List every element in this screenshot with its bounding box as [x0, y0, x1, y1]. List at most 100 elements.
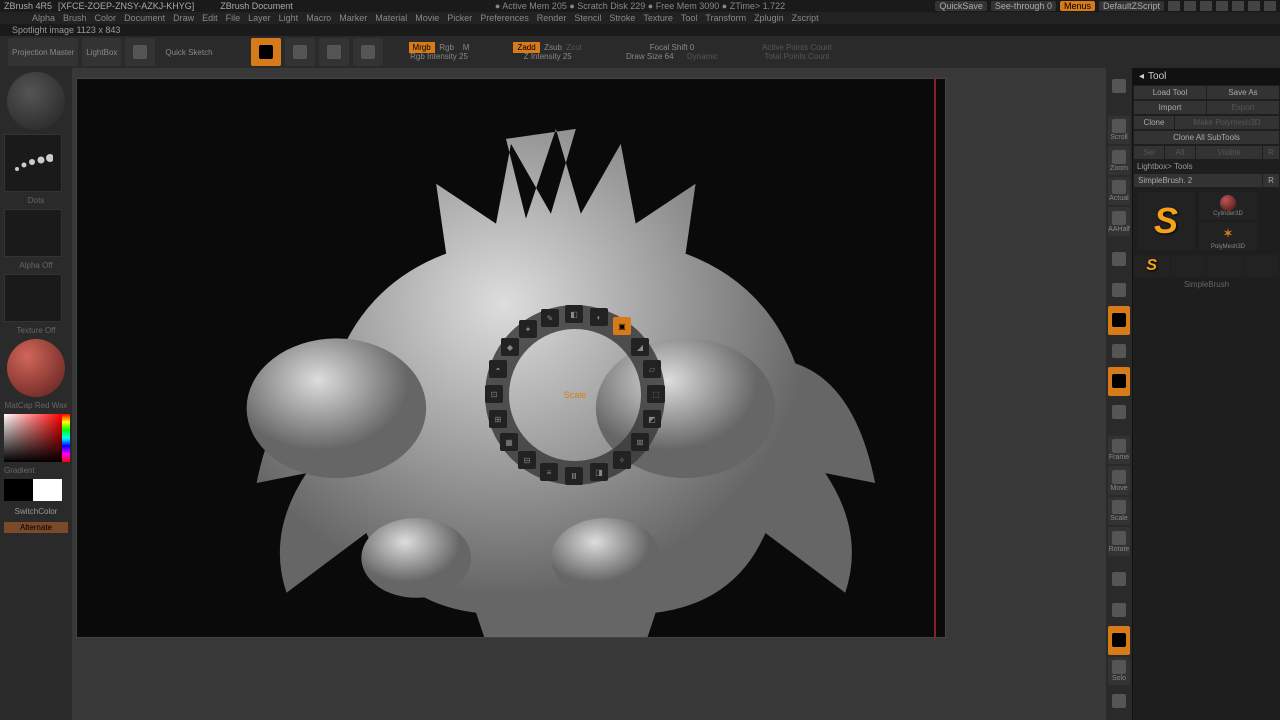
r-button-1[interactable]: R	[1263, 146, 1279, 159]
menu-marker[interactable]: Marker	[339, 13, 367, 23]
window-icon-1[interactable]	[1168, 1, 1180, 11]
menu-draw[interactable]: Draw	[173, 13, 194, 23]
tool-strip-4[interactable]	[1244, 255, 1280, 277]
menu-texture[interactable]: Texture	[643, 13, 673, 23]
current-tool-label[interactable]: SimpleBrush. 2	[1134, 174, 1262, 187]
zcut-button[interactable]: Zcut	[566, 43, 582, 52]
radial-seg-13[interactable]: ◨	[590, 463, 608, 481]
move-button[interactable]: Move	[1108, 466, 1130, 494]
clone-button[interactable]: Clone	[1134, 116, 1174, 129]
projection-master-button[interactable]: Projection Master	[8, 38, 78, 66]
ghost-button[interactable]	[1108, 398, 1130, 426]
zoom-button[interactable]: Zoom	[1108, 146, 1130, 174]
rotate-mode-button[interactable]	[353, 38, 383, 66]
canvas-area[interactable]: Scale ▣ ◐ ◧ ✎ ✦ ◆ ◓ ⊡ ⊞ ▦ ⊟ ≡ Ⅲ ◨ ✧ ⊠ ◩ …	[72, 68, 1106, 720]
radial-seg-5[interactable]: ◆	[501, 338, 519, 356]
radial-seg-3[interactable]: ✎	[541, 309, 559, 327]
tool-thumb-cylinder[interactable]: Cylinder3D	[1199, 192, 1257, 220]
move-mode-button[interactable]	[285, 38, 315, 66]
radial-seg-7[interactable]: ⊡	[485, 385, 503, 403]
floor-button[interactable]	[1108, 276, 1130, 304]
save-as-button[interactable]: Save As	[1207, 86, 1279, 99]
aahalf-button[interactable]: AAHalf	[1108, 207, 1130, 235]
menu-preferences[interactable]: Preferences	[480, 13, 529, 23]
collapse-icon[interactable]: ◂	[1139, 71, 1144, 82]
draw-button[interactable]	[251, 38, 281, 66]
radial-seg-18[interactable]: ▱	[643, 360, 661, 378]
radial-seg-9[interactable]: ▦	[500, 433, 518, 451]
rgb-button[interactable]: Rgb	[439, 43, 454, 52]
minimize-icon[interactable]	[1232, 1, 1244, 11]
quicksave-button[interactable]: QuickSave	[935, 1, 987, 11]
menu-picker[interactable]: Picker	[447, 13, 472, 23]
xpose-button[interactable]	[1108, 337, 1130, 365]
brush-preview[interactable]	[7, 72, 65, 130]
alternate-button[interactable]: Alternate	[4, 522, 68, 533]
frame-button[interactable]: Frame	[1108, 436, 1130, 464]
menu-zplugin[interactable]: Zplugin	[754, 13, 784, 23]
menu-macro[interactable]: Macro	[306, 13, 331, 23]
radial-seg-10[interactable]: ⊟	[518, 451, 536, 469]
visible-button[interactable]: Visible	[1196, 146, 1262, 159]
menus-button[interactable]: Menus	[1060, 1, 1095, 11]
menu-light[interactable]: Light	[279, 13, 299, 23]
seethrough-slider[interactable]: See-through 0	[991, 1, 1056, 11]
export-button[interactable]: Export	[1207, 101, 1279, 114]
scroll-button[interactable]: Scroll	[1108, 116, 1130, 144]
switchcolor-button[interactable]: SwitchColor	[4, 505, 68, 518]
radial-seg-6[interactable]: ◓	[489, 360, 507, 378]
menu-layer[interactable]: Layer	[248, 13, 271, 23]
radial-seg-1[interactable]: ◐	[590, 308, 608, 326]
swatch-white[interactable]	[33, 479, 62, 501]
gradient-label[interactable]: Gradient	[4, 466, 68, 475]
radial-seg-14[interactable]: ✧	[613, 451, 631, 469]
menu-transform[interactable]: Transform	[705, 13, 746, 23]
lightbox-button[interactable]: LightBox	[82, 38, 121, 66]
radial-seg-4[interactable]: ✦	[519, 320, 537, 338]
transp-button[interactable]	[1108, 367, 1130, 395]
menu-movie[interactable]: Movie	[415, 13, 439, 23]
load-tool-button[interactable]: Load Tool	[1134, 86, 1206, 99]
pt-sel-button[interactable]	[1108, 596, 1130, 624]
spotlight-radial-menu[interactable]: Scale ▣ ◐ ◧ ✎ ✦ ◆ ◓ ⊡ ⊞ ▦ ⊟ ≡ Ⅲ ◨ ✧ ⊠ ◩ …	[485, 305, 665, 485]
sel-button[interactable]: Sel	[1134, 146, 1164, 159]
all-button[interactable]: All	[1165, 146, 1195, 159]
z-intensity-slider[interactable]: Z Intensity 25	[513, 52, 582, 61]
zsub-button[interactable]: Zsub	[544, 43, 562, 52]
make-polymesh-button[interactable]: Make Polymesh3D	[1175, 116, 1279, 129]
menu-document[interactable]: Document	[124, 13, 165, 23]
tool-panel-header[interactable]: ◂ Tool	[1133, 68, 1280, 85]
viewport[interactable]: Scale ▣ ◐ ◧ ✎ ✦ ◆ ◓ ⊡ ⊞ ▦ ⊟ ≡ Ⅲ ◨ ✧ ⊠ ◩ …	[76, 78, 946, 638]
menu-stencil[interactable]: Stencil	[574, 13, 601, 23]
polyf-button[interactable]	[1108, 565, 1130, 593]
radial-seg-2[interactable]: ◧	[565, 305, 583, 323]
focal-shift-slider[interactable]: Focal Shift 0	[626, 43, 718, 52]
tool-strip-2[interactable]	[1171, 255, 1207, 277]
alpha-slot[interactable]	[4, 209, 62, 257]
rgb-intensity-slider[interactable]: Rgb Intensity 25	[409, 52, 470, 61]
radial-scale-seg[interactable]: ▣	[613, 317, 631, 335]
lightbox-tools-link[interactable]: Lightbox> Tools	[1133, 160, 1280, 173]
radial-seg-11[interactable]: ≡	[540, 463, 558, 481]
radial-seg-12[interactable]: Ⅲ	[565, 467, 583, 485]
radial-seg-8[interactable]: ⊞	[489, 410, 507, 428]
radial-seg-19[interactable]: ◢	[631, 338, 649, 356]
menu-stroke[interactable]: Stroke	[609, 13, 635, 23]
menu-zscript[interactable]: Zscript	[792, 13, 819, 23]
solo-button[interactable]: Solo	[1108, 657, 1130, 685]
tool-strip-3[interactable]	[1207, 255, 1243, 277]
menu-file[interactable]: File	[226, 13, 241, 23]
radial-seg-15[interactable]: ⊠	[631, 433, 649, 451]
lasso-button[interactable]	[1108, 626, 1130, 654]
scale-button[interactable]: Scale	[1108, 497, 1130, 525]
ri-blank-1[interactable]	[1108, 72, 1130, 100]
r-button-2[interactable]: R	[1263, 174, 1279, 187]
tool-thumb-main[interactable]: S	[1137, 192, 1195, 250]
color-picker[interactable]	[4, 414, 62, 462]
menu-render[interactable]: Render	[537, 13, 567, 23]
menu-brush[interactable]: Brush	[63, 13, 87, 23]
window-icon-3[interactable]	[1200, 1, 1212, 11]
menu-material[interactable]: Material	[375, 13, 407, 23]
menu-tool[interactable]: Tool	[681, 13, 698, 23]
import-button[interactable]: Import	[1134, 101, 1206, 114]
